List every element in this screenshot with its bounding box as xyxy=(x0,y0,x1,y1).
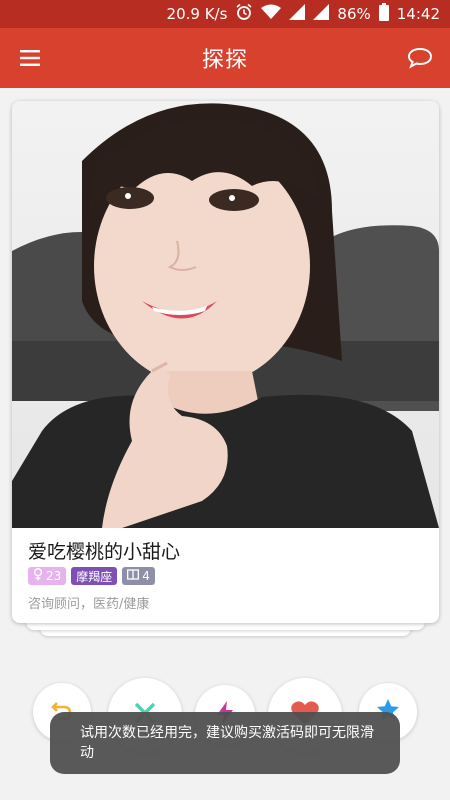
signal-icon-2 xyxy=(313,4,330,24)
toast-message: 试用次数已经用完，建议购买激活码即可无限滑动 xyxy=(50,712,400,774)
clock-time: 14:42 xyxy=(396,5,440,23)
page-title: 探探 xyxy=(201,48,248,73)
app-bar: 探探 xyxy=(0,28,450,88)
chat-bubble-icon xyxy=(404,47,436,76)
toast-text: 试用次数已经用完，建议购买激活码即可无限滑动 xyxy=(80,725,374,761)
menu-icon xyxy=(14,50,46,76)
network-speed: 20.9 K/s xyxy=(166,5,228,23)
zodiac-badge: 摩羯座 xyxy=(71,567,118,585)
messages-button[interactable] xyxy=(404,44,436,72)
age-badge: 23 xyxy=(28,567,67,585)
photo-count-value: 4 xyxy=(142,569,150,583)
menu-button[interactable] xyxy=(14,44,46,72)
profile-card[interactable]: 爱吃樱桃的小甜心 23 摩羯座 4 咨询顾问，医药/健康 xyxy=(12,101,439,623)
zodiac-value: 摩羯座 xyxy=(76,569,113,584)
book-icon xyxy=(127,569,140,583)
photo-count-badge: 4 xyxy=(122,567,155,585)
battery-icon xyxy=(378,3,389,25)
status-bar: 20.9 K/s 86% 14:42 xyxy=(0,0,450,28)
profile-name: 爱吃樱桃的小甜心 xyxy=(28,541,181,563)
profile-tags: 23 摩羯座 4 xyxy=(28,567,155,585)
age-value: 23 xyxy=(46,569,62,583)
battery-percent: 86% xyxy=(337,5,371,23)
profile-photo xyxy=(12,101,439,528)
signal-icon xyxy=(289,4,306,24)
female-icon xyxy=(33,568,43,584)
wifi-icon xyxy=(261,4,282,24)
occupation-text: 咨询顾问，医药/健康 xyxy=(28,597,150,612)
alarm-icon xyxy=(235,3,253,25)
